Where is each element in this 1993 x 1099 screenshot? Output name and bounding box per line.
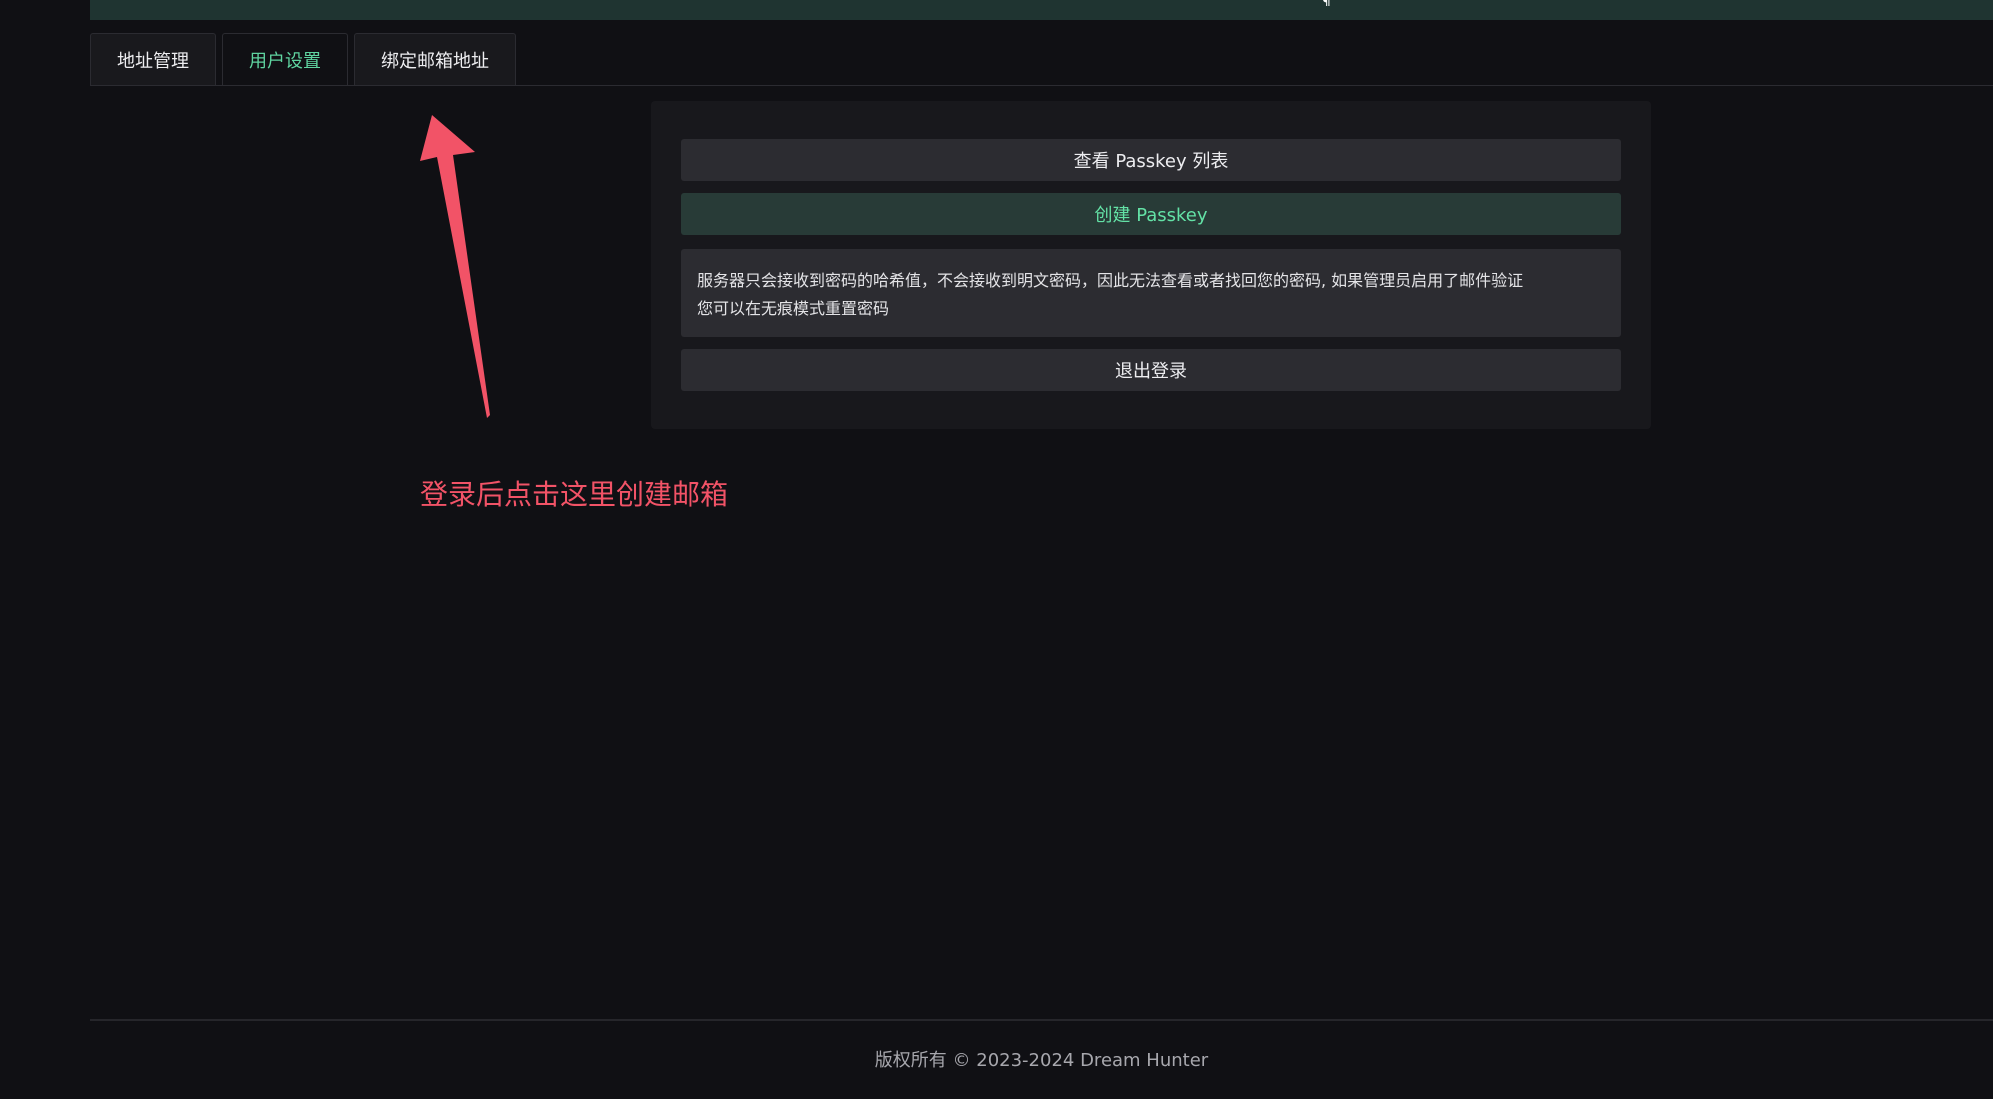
password-notice: 服务器只会接收到密码的哈希值，不会接收到明文密码，因此无法查看或者找回您的密码,…: [681, 249, 1621, 337]
top-header-bar: ¶: [90, 0, 1993, 20]
logout-button[interactable]: 退出登录: [681, 349, 1621, 391]
tab-address-management[interactable]: 地址管理: [90, 33, 216, 85]
password-notice-line-1: 服务器只会接收到密码的哈希值，不会接收到明文密码，因此无法查看或者找回您的密码,…: [697, 271, 1524, 290]
footer-copyright: 版权所有 © 2023-2024 Dream Hunter: [874, 1050, 1209, 1071]
user-settings-panel: 查看 Passkey 列表 创建 Passkey 服务器只会接收到密码的哈希值，…: [651, 101, 1651, 429]
password-notice-line-2: 您可以在无痕模式重置密码: [697, 299, 890, 318]
tab-user-settings[interactable]: 用户设置: [222, 33, 348, 86]
page: ¶ 地址管理 用户设置 绑定邮箱地址 查看 Passkey 列表 创建 Pass…: [0, 0, 1993, 1099]
tab-bind-email-address[interactable]: 绑定邮箱地址: [354, 33, 516, 85]
create-passkey-button[interactable]: 创建 Passkey: [681, 193, 1621, 235]
view-passkey-list-button[interactable]: 查看 Passkey 列表: [681, 139, 1621, 181]
footer-divider: [90, 1019, 1993, 1021]
tab-bar-divider: [90, 85, 1993, 86]
annotation-arrow-icon: [420, 115, 490, 418]
annotation-text: 登录后点击这里创建邮箱: [420, 478, 729, 511]
tab-bar: 地址管理 用户设置 绑定邮箱地址: [90, 33, 516, 86]
header-glyph: ¶: [1322, 0, 1338, 6]
